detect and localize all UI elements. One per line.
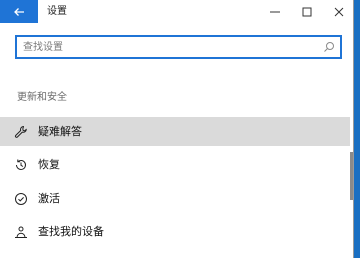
person-location-icon <box>15 226 27 238</box>
close-icon <box>334 7 344 16</box>
nav-item-label: 查找我的设备 <box>38 225 104 238</box>
nav-item-troubleshoot[interactable]: 疑难解答 <box>0 117 350 146</box>
nav-item-activation[interactable]: 激活 <box>0 184 350 213</box>
check-circle-icon <box>15 193 27 205</box>
nav-item-label: 激活 <box>38 192 60 205</box>
scrollbar-thumb[interactable] <box>350 152 353 200</box>
nav-item-recovery[interactable]: 恢复 <box>0 150 350 179</box>
search-box <box>15 35 342 59</box>
nav-item-find-my-device[interactable]: 查找我的设备 <box>0 217 350 246</box>
minimize-icon <box>270 11 280 12</box>
history-icon <box>16 159 26 170</box>
search-input[interactable] <box>23 39 313 55</box>
settings-window: 设置 更新和安全 疑难解答 恢复 <box>0 0 354 258</box>
maximize-icon <box>302 7 312 16</box>
window-title: 设置 <box>47 6 67 17</box>
arrow-left-icon <box>14 7 24 16</box>
title-bar: 设置 <box>0 0 354 23</box>
wrench-icon <box>14 126 27 138</box>
maximize-button[interactable] <box>292 0 322 23</box>
minimize-button[interactable] <box>260 0 290 23</box>
nav-item-label: 恢复 <box>38 158 60 171</box>
search-icon[interactable] <box>322 40 336 54</box>
close-button[interactable] <box>324 0 354 23</box>
back-button[interactable] <box>0 0 38 23</box>
nav-item-label: 疑难解答 <box>38 125 82 138</box>
section-heading: 更新和安全 <box>17 92 67 103</box>
